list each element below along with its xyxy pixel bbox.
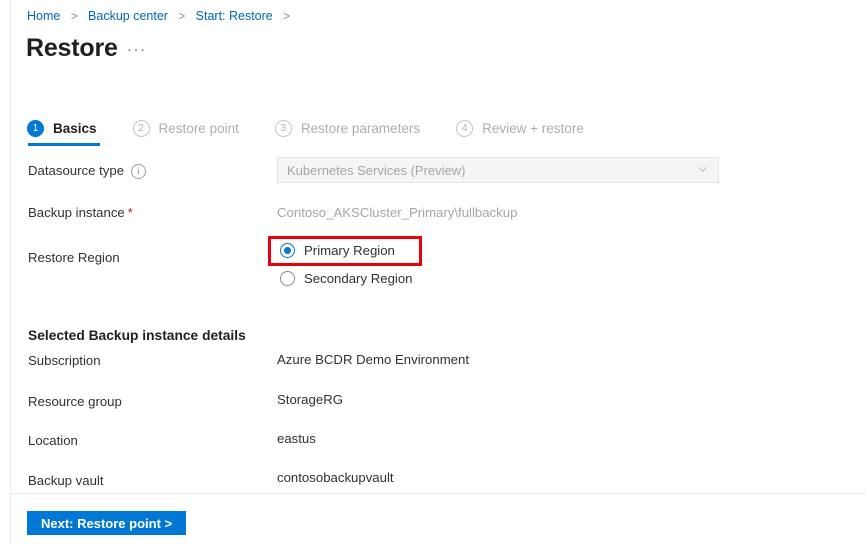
wizard-step-label: Review + restore [482,121,584,136]
chevron-down-icon [698,165,707,174]
breadcrumb-item-backup-center[interactable]: Backup center [88,9,168,23]
step-number-badge: 1 [27,120,44,137]
breadcrumb-item-home[interactable]: Home [27,9,60,23]
backup-instance-value: Contoso_AKSCluster_Primary\fullbackup [277,205,517,220]
datasource-type-dropdown[interactable]: Kubernetes Services (Preview) [277,157,719,183]
radio-primary-region-label: Primary Region [304,243,395,258]
active-step-underline [28,143,100,146]
footer-divider [11,493,866,494]
detail-label-location: Location [28,433,78,448]
radio-secondary-region[interactable]: Secondary Region [280,271,413,286]
breadcrumb-item-start-restore[interactable]: Start: Restore [196,9,273,23]
details-section-title: Selected Backup instance details [28,328,246,343]
wizard-step-label: Restore parameters [301,121,420,136]
datasource-type-label: Datasource type i [28,163,146,179]
breadcrumb-separator: > [71,11,78,23]
detail-value-location: eastus [277,431,316,446]
radio-button-icon [280,271,295,286]
breadcrumb: Home > Backup center > Start: Restore > [27,8,297,25]
wizard-step-label: Basics [53,121,97,136]
wizard-step-basics[interactable]: 1 Basics [27,117,97,139]
wizard-step-label: Restore point [159,121,239,136]
wizard-step-review-restore[interactable]: 4 Review + restore [456,117,584,139]
step-number-badge: 3 [275,120,292,137]
detail-label-subscription: Subscription [28,353,101,368]
breadcrumb-separator: > [283,11,290,23]
detail-value-subscription: Azure BCDR Demo Environment [277,352,469,367]
page-title: Restore [26,33,118,63]
datasource-type-value: Kubernetes Services (Preview) [278,163,465,178]
more-options-icon[interactable]: ··· [127,40,147,60]
detail-value-backup-vault: contosobackupvault [277,470,394,485]
blade-left-edge [10,0,11,545]
detail-value-resource-group: StorageRG [277,392,343,407]
wizard-step-restore-point[interactable]: 2 Restore point [133,117,239,139]
next-restore-point-button[interactable]: Next: Restore point > [27,511,186,535]
radio-secondary-region-label: Secondary Region [304,271,413,286]
breadcrumb-separator: > [178,11,185,23]
restore-region-label-text: Restore Region [28,250,120,265]
step-number-badge: 4 [456,120,473,137]
wizard-step-restore-parameters[interactable]: 3 Restore parameters [275,117,420,139]
required-asterisk: * [128,205,133,220]
step-number-badge: 2 [133,120,150,137]
wizard-steps: 1 Basics 2 Restore point 3 Restore param… [27,117,620,147]
backup-instance-label: Backup instance* [28,205,133,220]
detail-label-resource-group: Resource group [28,394,122,409]
detail-label-backup-vault: Backup vault [28,473,104,488]
datasource-type-label-text: Datasource type [28,163,124,178]
backup-instance-label-text: Backup instance [28,205,125,220]
radio-button-icon [280,243,295,258]
restore-region-label: Restore Region [28,250,120,265]
radio-primary-region[interactable]: Primary Region [280,243,395,258]
info-icon[interactable]: i [131,164,146,179]
